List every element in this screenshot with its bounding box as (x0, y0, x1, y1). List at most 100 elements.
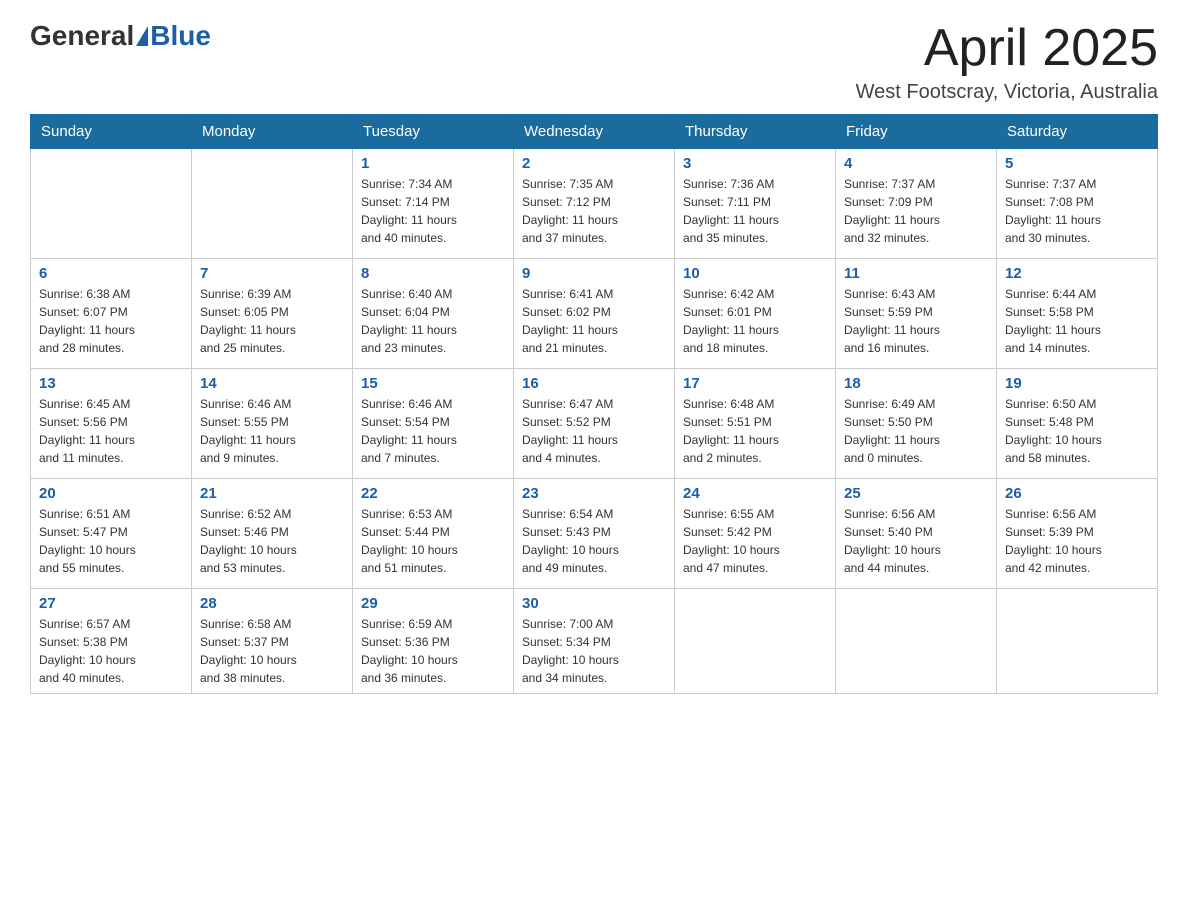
day-info: Sunrise: 6:50 AMSunset: 5:48 PMDaylight:… (1005, 395, 1149, 467)
day-info: Sunrise: 6:56 AMSunset: 5:39 PMDaylight:… (1005, 505, 1149, 577)
calendar-cell: 8 Sunrise: 6:40 AMSunset: 6:04 PMDaylight… (353, 259, 514, 369)
header-day-monday: Monday (192, 115, 353, 149)
day-info: Sunrise: 6:45 AMSunset: 5:56 PMDaylight:… (39, 395, 183, 467)
day-info: Sunrise: 6:48 AMSunset: 5:51 PMDaylight:… (683, 395, 827, 467)
calendar-cell: 24 Sunrise: 6:55 AMSunset: 5:42 PMDayligh… (675, 479, 836, 589)
calendar-cell: 26Sunrise: 6:56 AMSunset: 5:39 PMDayligh… (997, 479, 1158, 589)
day-info: Sunrise: 6:54 AMSunset: 5:43 PMDaylight:… (522, 505, 666, 577)
calendar-cell: 10Sunrise: 6:42 AMSunset: 6:01 PMDayligh… (675, 259, 836, 369)
day-info: Sunrise: 6:56 AMSunset: 5:40 PMDaylight:… (844, 505, 988, 577)
day-info: Sunrise: 6:59 AMSunset: 5:36 PMDaylight:… (361, 615, 505, 687)
day-number: 11 (844, 265, 988, 282)
calendar-cell: 30Sunrise: 7:00 AMSunset: 5:34 PMDayligh… (514, 589, 675, 694)
day-number: 15 (361, 375, 505, 392)
calendar-cell (836, 589, 997, 694)
header-day-tuesday: Tuesday (353, 115, 514, 149)
calendar-cell: 6 Sunrise: 6:38 AMSunset: 6:07 PMDaylight… (31, 259, 192, 369)
logo-triangle-icon (136, 26, 148, 46)
calendar-week-row: 13 Sunrise: 6:45 AMSunset: 5:56 PMDayligh… (31, 369, 1158, 479)
header-day-friday: Friday (836, 115, 997, 149)
calendar-cell: 12 Sunrise: 6:44 AMSunset: 5:58 PMDayligh… (997, 259, 1158, 369)
header-day-saturday: Saturday (997, 115, 1158, 149)
calendar-cell: 4 Sunrise: 7:37 AMSunset: 7:09 PMDaylight… (836, 149, 997, 259)
calendar-cell: 7Sunrise: 6:39 AMSunset: 6:05 PMDaylight… (192, 259, 353, 369)
day-number: 5 (1005, 155, 1149, 172)
calendar-cell (192, 149, 353, 259)
calendar-week-row: 6 Sunrise: 6:38 AMSunset: 6:07 PMDaylight… (31, 259, 1158, 369)
day-info: Sunrise: 7:37 AMSunset: 7:08 PMDaylight:… (1005, 175, 1149, 247)
day-info: Sunrise: 6:52 AMSunset: 5:46 PMDaylight:… (200, 505, 344, 577)
calendar-cell: 13 Sunrise: 6:45 AMSunset: 5:56 PMDayligh… (31, 369, 192, 479)
day-info: Sunrise: 6:43 AMSunset: 5:59 PMDaylight:… (844, 285, 988, 357)
day-info: Sunrise: 6:46 AMSunset: 5:54 PMDaylight:… (361, 395, 505, 467)
day-info: Sunrise: 7:35 AMSunset: 7:12 PMDaylight:… (522, 175, 666, 247)
day-number: 3 (683, 155, 827, 172)
calendar-cell: 19 Sunrise: 6:50 AMSunset: 5:48 PMDayligh… (997, 369, 1158, 479)
header-day-sunday: Sunday (31, 115, 192, 149)
calendar-cell: 20 Sunrise: 6:51 AMSunset: 5:47 PMDayligh… (31, 479, 192, 589)
day-info: Sunrise: 6:49 AMSunset: 5:50 PMDaylight:… (844, 395, 988, 467)
day-number: 9 (522, 265, 666, 282)
calendar-cell (31, 149, 192, 259)
title-block: April 2025 West Footscray, Victoria, Aus… (856, 20, 1158, 104)
calendar-cell: 16 Sunrise: 6:47 AMSunset: 5:52 PMDayligh… (514, 369, 675, 479)
header-day-wednesday: Wednesday (514, 115, 675, 149)
calendar-cell (997, 589, 1158, 694)
day-number: 25 (844, 485, 988, 502)
calendar-cell: 11 Sunrise: 6:43 AMSunset: 5:59 PMDayligh… (836, 259, 997, 369)
day-number: 1 (361, 155, 505, 172)
day-number: 14 (200, 375, 344, 392)
day-number: 16 (522, 375, 666, 392)
calendar-cell: 17Sunrise: 6:48 AMSunset: 5:51 PMDayligh… (675, 369, 836, 479)
page-header: General Blue April 2025 West Footscray, … (30, 20, 1158, 104)
header-day-thursday: Thursday (675, 115, 836, 149)
day-info: Sunrise: 6:46 AMSunset: 5:55 PMDaylight:… (200, 395, 344, 467)
day-number: 19 (1005, 375, 1149, 392)
day-info: Sunrise: 6:44 AMSunset: 5:58 PMDaylight:… (1005, 285, 1149, 357)
calendar-cell: 28Sunrise: 6:58 AMSunset: 5:37 PMDayligh… (192, 589, 353, 694)
day-number: 13 (39, 375, 183, 392)
calendar-cell: 15 Sunrise: 6:46 AMSunset: 5:54 PMDayligh… (353, 369, 514, 479)
calendar-cell: 1 Sunrise: 7:34 AMSunset: 7:14 PMDaylight… (353, 149, 514, 259)
day-number: 24 (683, 485, 827, 502)
day-number: 2 (522, 155, 666, 172)
day-number: 22 (361, 485, 505, 502)
logo: General Blue (30, 20, 211, 52)
calendar-cell: 23 Sunrise: 6:54 AMSunset: 5:43 PMDayligh… (514, 479, 675, 589)
calendar-cell: 5 Sunrise: 7:37 AMSunset: 7:08 PMDaylight… (997, 149, 1158, 259)
day-number: 4 (844, 155, 988, 172)
month-title: April 2025 (856, 20, 1158, 77)
day-number: 12 (1005, 265, 1149, 282)
calendar-week-row: 20 Sunrise: 6:51 AMSunset: 5:47 PMDayligh… (31, 479, 1158, 589)
day-number: 27 (39, 595, 183, 612)
day-info: Sunrise: 6:53 AMSunset: 5:44 PMDaylight:… (361, 505, 505, 577)
calendar-week-row: 27Sunrise: 6:57 AMSunset: 5:38 PMDayligh… (31, 589, 1158, 694)
calendar-cell: 18Sunrise: 6:49 AMSunset: 5:50 PMDayligh… (836, 369, 997, 479)
day-info: Sunrise: 7:34 AMSunset: 7:14 PMDaylight:… (361, 175, 505, 247)
day-info: Sunrise: 6:38 AMSunset: 6:07 PMDaylight:… (39, 285, 183, 357)
day-number: 20 (39, 485, 183, 502)
day-number: 29 (361, 595, 505, 612)
day-info: Sunrise: 6:58 AMSunset: 5:37 PMDaylight:… (200, 615, 344, 687)
day-info: Sunrise: 7:37 AMSunset: 7:09 PMDaylight:… (844, 175, 988, 247)
day-info: Sunrise: 6:41 AMSunset: 6:02 PMDaylight:… (522, 285, 666, 357)
day-info: Sunrise: 7:00 AMSunset: 5:34 PMDaylight:… (522, 615, 666, 687)
location-title: West Footscray, Victoria, Australia (856, 81, 1158, 104)
day-number: 23 (522, 485, 666, 502)
day-info: Sunrise: 6:47 AMSunset: 5:52 PMDaylight:… (522, 395, 666, 467)
day-info: Sunrise: 6:51 AMSunset: 5:47 PMDaylight:… (39, 505, 183, 577)
day-info: Sunrise: 6:40 AMSunset: 6:04 PMDaylight:… (361, 285, 505, 357)
day-info: Sunrise: 6:55 AMSunset: 5:42 PMDaylight:… (683, 505, 827, 577)
calendar-cell: 9 Sunrise: 6:41 AMSunset: 6:02 PMDaylight… (514, 259, 675, 369)
calendar-week-row: 1 Sunrise: 7:34 AMSunset: 7:14 PMDaylight… (31, 149, 1158, 259)
logo-general-text: General (30, 20, 134, 52)
calendar-cell: 2 Sunrise: 7:35 AMSunset: 7:12 PMDaylight… (514, 149, 675, 259)
day-number: 6 (39, 265, 183, 282)
logo-blue-text: Blue (150, 20, 211, 52)
calendar-table: SundayMondayTuesdayWednesdayThursdayFrid… (30, 114, 1158, 694)
day-number: 8 (361, 265, 505, 282)
calendar-cell (675, 589, 836, 694)
day-info: Sunrise: 7:36 AMSunset: 7:11 PMDaylight:… (683, 175, 827, 247)
day-number: 10 (683, 265, 827, 282)
calendar-cell: 25 Sunrise: 6:56 AMSunset: 5:40 PMDayligh… (836, 479, 997, 589)
